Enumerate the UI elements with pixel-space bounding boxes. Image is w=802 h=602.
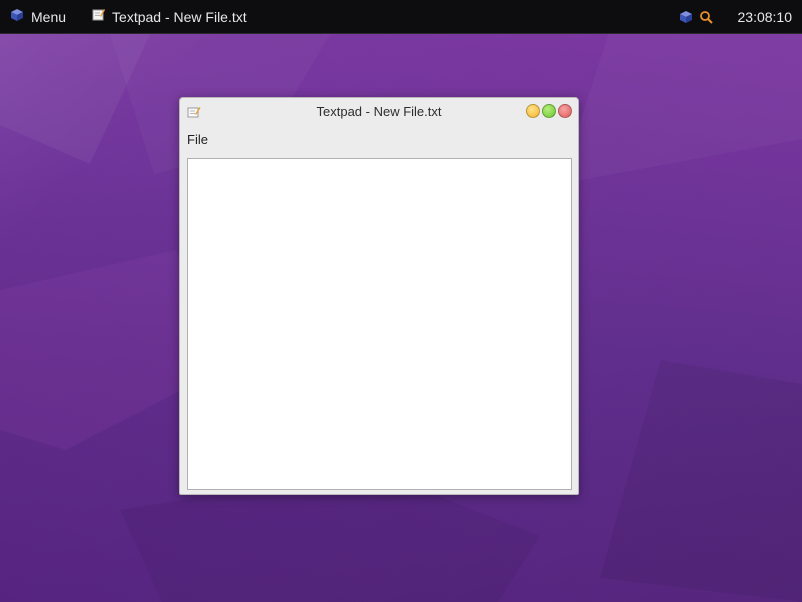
taskbar-item-label: Textpad - New File.txt [112,8,247,25]
magnifier-icon[interactable] [698,9,714,25]
window-controls [524,104,572,118]
menu-bar: File [180,124,578,154]
wallpaper-facet [560,34,802,184]
window-title: Textpad - New File.txt [316,103,442,119]
text-editor[interactable] [187,158,572,490]
maximize-button[interactable] [542,104,556,118]
app-menu-button[interactable]: Menu [0,0,76,34]
cube-icon [10,8,24,26]
app-menu-label: Menu [31,8,67,25]
panel-clock[interactable]: 23:08:10 [738,9,793,25]
top-panel: Menu Textpad - New File.txt 23:08:10 [0,0,802,34]
textpad-icon [187,104,201,118]
minimize-button[interactable] [526,104,540,118]
window-titlebar[interactable]: Textpad - New File.txt [180,98,578,124]
textpad-window: Textpad - New File.txt File [179,97,579,495]
wallpaper-facet [600,360,802,602]
close-button[interactable] [558,104,572,118]
system-tray: 23:08:10 [678,0,802,34]
menu-file[interactable]: File [187,132,208,147]
taskbar-item-textpad[interactable]: Textpad - New File.txt [84,0,255,34]
textpad-icon [92,8,106,25]
network-cube-icon[interactable] [678,9,694,25]
